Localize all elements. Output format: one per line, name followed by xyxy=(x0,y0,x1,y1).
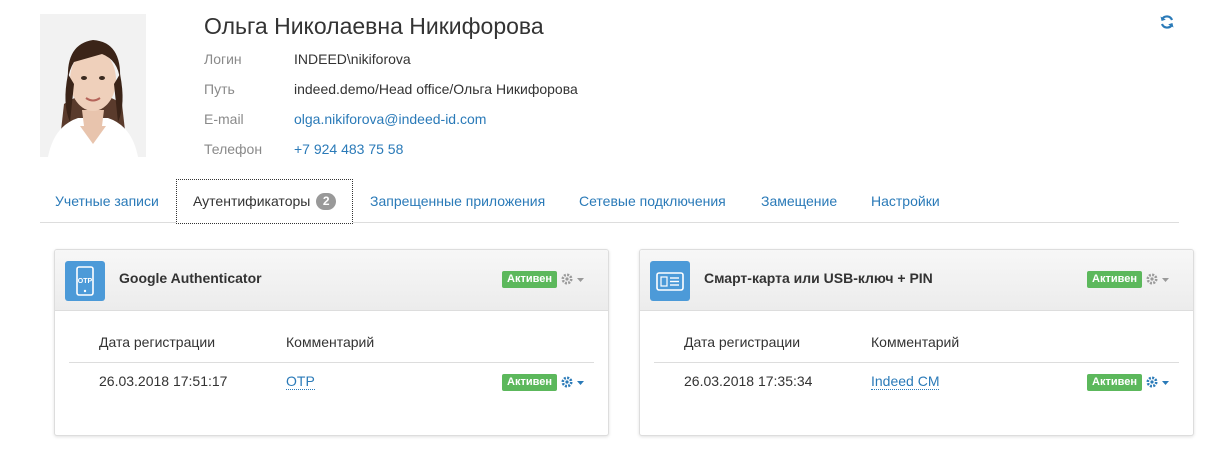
gear-menu-icon[interactable] xyxy=(1146,273,1170,287)
otp-phone-icon: OTP xyxy=(65,261,105,301)
column-registration-date: Дата регистрации xyxy=(99,334,216,350)
comment-link[interactable]: Indeed CM xyxy=(871,373,940,390)
registration-date: 26.03.2018 17:51:17 xyxy=(99,373,228,389)
phone-link[interactable]: +7 924 483 75 58 xyxy=(294,141,403,157)
status-badge: Активен xyxy=(502,271,557,288)
row-gear-menu-icon[interactable] xyxy=(561,376,585,390)
tab-network-connections[interactable]: Сетевые подключения xyxy=(579,179,726,223)
tab-forbidden-apps[interactable]: Запрещенные приложения xyxy=(370,179,545,223)
tab-bar: Учетные записи Аутентификаторы 2 Запреще… xyxy=(40,179,1179,224)
path-value: indeed.demo/Head office/Ольга Никифорова xyxy=(294,81,578,97)
refresh-icon[interactable] xyxy=(1159,14,1175,30)
email-label: E-mail xyxy=(204,111,244,127)
authenticator-panel-google: OTP Google Authenticator Активен Дата ре… xyxy=(54,249,609,436)
tab-settings-label: Настройки xyxy=(871,193,940,209)
login-label: Логин xyxy=(204,51,242,67)
phone-label: Телефон xyxy=(204,141,263,157)
panel-header: Смарт-карта или USB-ключ + PIN Активен xyxy=(640,250,1193,311)
smart-card-icon xyxy=(650,261,690,301)
authenticator-title: Google Authenticator xyxy=(119,270,262,286)
tab-network-connections-label: Сетевые подключения xyxy=(579,193,726,209)
user-photo xyxy=(40,14,146,157)
row-gear-menu-icon[interactable] xyxy=(1146,376,1170,390)
tab-settings[interactable]: Настройки xyxy=(871,179,940,223)
tab-delegation-label: Замещение xyxy=(761,193,838,209)
comment-link[interactable]: OTP xyxy=(286,373,315,390)
login-value: INDEED\nikiforova xyxy=(294,51,411,67)
gear-menu-icon[interactable] xyxy=(561,273,585,287)
authenticator-title: Смарт-карта или USB-ключ + PIN xyxy=(704,270,933,286)
tab-accounts-label: Учетные записи xyxy=(55,193,159,209)
tab-forbidden-apps-label: Запрещенные приложения xyxy=(370,193,546,209)
path-label: Путь xyxy=(204,81,235,97)
row-status-badge: Активен xyxy=(502,374,557,391)
user-full-name: Ольга Николаевна Никифорова xyxy=(204,13,544,39)
tab-accounts[interactable]: Учетные записи xyxy=(55,179,159,223)
tab-authenticators-label: Аутентификаторы xyxy=(193,193,311,209)
authenticator-panel-smartcard: Смарт-карта или USB-ключ + PIN Активен Д… xyxy=(639,249,1194,436)
authenticators-count-badge: 2 xyxy=(316,193,337,210)
registration-date: 26.03.2018 17:35:34 xyxy=(684,373,813,389)
status-badge: Активен xyxy=(1087,271,1142,288)
row-divider xyxy=(69,362,594,363)
email-link[interactable]: olga.nikiforova@indeed-id.com xyxy=(294,111,486,127)
row-status-badge: Активен xyxy=(1087,374,1142,391)
column-comment: Комментарий xyxy=(286,334,375,350)
row-divider xyxy=(654,362,1179,363)
tab-delegation[interactable]: Замещение xyxy=(761,179,837,223)
column-registration-date: Дата регистрации xyxy=(684,334,801,350)
column-comment: Комментарий xyxy=(871,334,960,350)
panel-header: OTP Google Authenticator Активен xyxy=(55,250,608,311)
svg-text:OTP: OTP xyxy=(78,278,93,285)
tab-authenticators[interactable]: Аутентификаторы 2 xyxy=(176,179,354,224)
